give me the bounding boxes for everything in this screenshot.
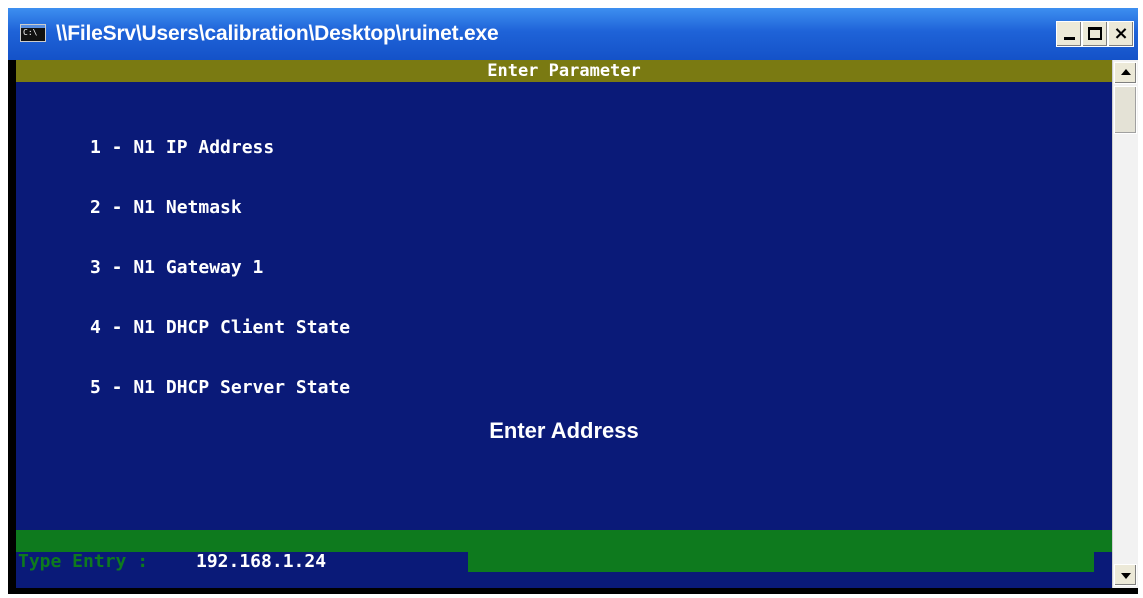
type-entry-label: Type Entry : <box>18 551 159 572</box>
menu-item-netmask[interactable]: 2 - N1 Netmask <box>90 198 350 218</box>
icon-label: C:\ <box>23 28 38 37</box>
maximize-button[interactable] <box>1082 21 1108 47</box>
console-header: Enter Parameter <box>16 60 1112 82</box>
minimize-button[interactable] <box>1056 21 1082 47</box>
console-area[interactable]: Enter Parameter 1 - N1 IP Address 2 - N1… <box>16 60 1112 588</box>
entry-band <box>16 530 1112 552</box>
menu-item-dhcp-client-state[interactable]: 4 - N1 DHCP Client State <box>90 318 350 338</box>
entry-field-remainder[interactable] <box>468 552 1094 572</box>
menu-item-gateway[interactable]: 3 - N1 Gateway 1 <box>90 258 350 278</box>
menu-item-ip-address[interactable]: 1 - N1 IP Address <box>90 138 350 158</box>
console-window: C:\ \\FileSrv\Users\calibration\Desktop\… <box>8 8 1138 594</box>
close-icon: × <box>1113 23 1129 44</box>
scrollbar-thumb[interactable] <box>1114 86 1137 134</box>
type-entry-input[interactable]: 192.168.1.24 <box>196 552 326 572</box>
enter-address-prompt: Enter Address <box>489 418 639 443</box>
minimize-icon <box>1064 37 1075 40</box>
title-bar[interactable]: C:\ \\FileSrv\Users\calibration\Desktop\… <box>8 8 1138 60</box>
arrow-up-icon <box>1121 69 1131 75</box>
close-button[interactable]: × <box>1108 21 1134 47</box>
vertical-scrollbar[interactable] <box>1112 60 1138 588</box>
menu-item-dhcp-server-state[interactable]: 5 - N1 DHCP Server State <box>90 378 350 398</box>
parameter-menu: 1 - N1 IP Address 2 - N1 Netmask 3 - N1 … <box>90 98 350 438</box>
scroll-up-button[interactable] <box>1114 62 1137 84</box>
scroll-down-button[interactable] <box>1114 564 1137 586</box>
type-entry-row[interactable]: Type Entry : 192.168.1.24 <box>16 552 1112 572</box>
arrow-down-icon <box>1121 573 1131 579</box>
window-title: \\FileSrv\Users\calibration\Desktop\ruin… <box>56 22 499 45</box>
console-app-icon[interactable]: C:\ <box>20 24 46 42</box>
maximize-icon <box>1088 27 1102 40</box>
